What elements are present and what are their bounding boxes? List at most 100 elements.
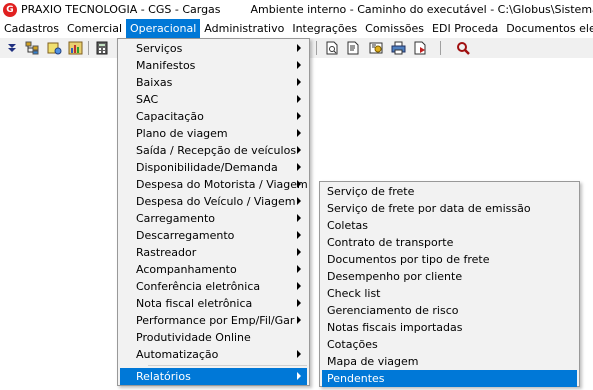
menu-label: Cadastros [4, 22, 59, 35]
submenu-arrow-icon [297, 265, 301, 273]
menu-documentos-eletronicos[interactable]: Documentos eletrônicos [502, 19, 593, 38]
menu-operacional[interactable]: Operacional [126, 19, 201, 38]
tree-icon[interactable] [24, 40, 40, 56]
submenu-item-notas-fiscais-importadas[interactable]: Notas fiscais importadas [322, 319, 577, 336]
submenu-arrow-icon [297, 197, 301, 205]
menu-item-disponibilidade-demanda[interactable]: Disponibilidade/Demanda [120, 159, 307, 176]
menu-item-acompanhamento[interactable]: Acompanhamento [120, 261, 307, 278]
menu-item-automatizacao[interactable]: Automatização [120, 346, 307, 363]
menu-item-label: Coletas [327, 219, 369, 232]
submenu-item-servico-de-frete[interactable]: Serviço de frete [322, 183, 577, 200]
submenu-arrow-icon [297, 163, 301, 171]
toolbar-separator [440, 41, 441, 55]
menu-item-label: Automatização [136, 348, 219, 361]
menu-item-label: Baixas [136, 76, 173, 89]
export-icon[interactable] [412, 40, 428, 56]
menu-item-label: Relatórios [136, 370, 191, 383]
menu-item-relatorios[interactable]: Relatórios [120, 368, 307, 385]
menu-edi-proceda[interactable]: EDI Proceda [428, 19, 502, 38]
menu-item-manifestos[interactable]: Manifestos [120, 57, 307, 74]
menu-item-label: Despesa do Veículo / Viagem [136, 195, 296, 208]
app-logo-icon: G [3, 2, 17, 17]
menu-administrativo[interactable]: Administrativo [200, 19, 288, 38]
toolbar-separator [316, 41, 317, 55]
submenu-item-gerenciamento-de-risco[interactable]: Gerenciamento de risco [322, 302, 577, 319]
menu-item-label: Disponibilidade/Demanda [136, 161, 278, 174]
menu-item-descarregamento[interactable]: Descarregamento [120, 227, 307, 244]
menu-item-plano-de-viagem[interactable]: Plano de viagem [120, 125, 307, 142]
menu-item-label: Contrato de transporte [327, 236, 454, 249]
menu-item-label: Documentos por tipo de frete [327, 253, 490, 266]
submenu-arrow-icon [297, 248, 301, 256]
menu-item-label: Check list [327, 287, 381, 300]
menu-item-label: Pendentes [327, 372, 385, 385]
down-arrow-icon[interactable] [4, 40, 20, 56]
print-icon[interactable] [390, 40, 406, 56]
menu-label: EDI Proceda [432, 22, 499, 35]
menu-item-label: Produtividade Online [136, 331, 251, 344]
menu-item-label: Nota fiscal eletrônica [136, 297, 253, 310]
operacional-dropdown: Serviços Manifestos Baixas SAC Capacitaç… [117, 38, 310, 386]
submenu-arrow-icon [297, 146, 301, 154]
menu-item-despesa-veiculo-viagem[interactable]: Despesa do Veículo / Viagem [120, 193, 307, 210]
menu-comissoes[interactable]: Comissões [361, 19, 428, 38]
menu-item-conferencia-eletronica[interactable]: Conferência eletrônica [120, 278, 307, 295]
menu-cadastros[interactable]: Cadastros [0, 19, 63, 38]
submenu-item-coletas[interactable]: Coletas [322, 217, 577, 234]
menu-label: Comercial [66, 22, 123, 35]
submenu-arrow-icon [297, 180, 301, 188]
search-icon[interactable] [455, 40, 471, 56]
menu-item-label: Serviço de frete [327, 185, 415, 198]
submenu-item-pendentes[interactable]: Pendentes [322, 370, 577, 387]
menu-integracoes[interactable]: Integrações [288, 19, 361, 38]
menu-item-saida-recepcao-veiculos[interactable]: Saída / Recepção de veículos [120, 142, 307, 159]
menu-item-nota-fiscal-eletronica[interactable]: Nota fiscal eletrônica [120, 295, 307, 312]
submenu-item-contrato-de-transporte[interactable]: Contrato de transporte [322, 234, 577, 251]
menu-item-label: Manifestos [136, 59, 196, 72]
certificate-icon[interactable] [368, 40, 384, 56]
menu-item-label: Despesa do Motorista / Viagem [136, 178, 308, 191]
menu-item-label: SAC [136, 93, 159, 106]
menu-item-capacitacao[interactable]: Capacitação [120, 108, 307, 125]
submenu-item-desempenho-por-cliente[interactable]: Desempenho por cliente [322, 268, 577, 285]
document-search-icon[interactable] [345, 40, 361, 56]
menu-item-label: Carregamento [136, 212, 216, 225]
submenu-item-servico-de-frete-data-emissao[interactable]: Serviço de frete por data de emissão [322, 200, 577, 217]
menu-item-sac[interactable]: SAC [120, 91, 307, 108]
menu-item-label: Notas fiscais importadas [327, 321, 463, 334]
calculator-icon[interactable] [94, 40, 110, 56]
menu-item-despesa-motorista-viagem[interactable]: Despesa do Motorista / Viagem [120, 176, 308, 193]
menu-item-performance-emp-fil-gar[interactable]: Performance por Emp/Fil/Gar [120, 312, 307, 329]
document-preview-icon[interactable] [324, 40, 340, 56]
menu-item-label: Capacitação [136, 110, 204, 123]
menu-item-label: Mapa de viagem [327, 355, 419, 368]
menu-item-servicos[interactable]: Serviços [120, 40, 307, 57]
submenu-item-mapa-de-viagem[interactable]: Mapa de viagem [322, 353, 577, 370]
submenu-arrow-icon [297, 316, 301, 324]
submenu-item-cotacoes[interactable]: Cotações [322, 336, 577, 353]
submenu-arrow-icon [297, 44, 301, 52]
menu-label: Operacional [130, 22, 197, 35]
menu-item-label: Acompanhamento [136, 263, 237, 276]
menu-label: Administrativo [204, 22, 285, 35]
submenu-item-check-list[interactable]: Check list [322, 285, 577, 302]
relatorios-submenu: Serviço de frete Serviço de frete por da… [319, 181, 580, 387]
submenu-arrow-icon [297, 231, 301, 239]
submenu-arrow-icon [297, 214, 301, 222]
submenu-arrow-icon [297, 350, 301, 358]
config-icon[interactable] [46, 40, 62, 56]
menu-comercial[interactable]: Comercial [63, 19, 126, 38]
submenu-arrow-icon [297, 129, 301, 137]
environment-path: Ambiente interno - Caminho do executável… [250, 3, 593, 16]
menu-item-label: Conferência eletrônica [136, 280, 261, 293]
submenu-item-documentos-por-tipo-de-frete[interactable]: Documentos por tipo de frete [322, 251, 577, 268]
menu-item-rastreador[interactable]: Rastreador [120, 244, 307, 261]
menu-item-produtividade-online[interactable]: Produtividade Online [120, 329, 307, 346]
submenu-arrow-icon [297, 112, 301, 120]
submenu-arrow-icon [297, 95, 301, 103]
menu-item-label: Rastreador [136, 246, 197, 259]
menu-item-carregamento[interactable]: Carregamento [120, 210, 307, 227]
submenu-arrow-icon [297, 299, 301, 307]
menu-item-baixas[interactable]: Baixas [120, 74, 307, 91]
chart-icon[interactable] [67, 40, 83, 56]
